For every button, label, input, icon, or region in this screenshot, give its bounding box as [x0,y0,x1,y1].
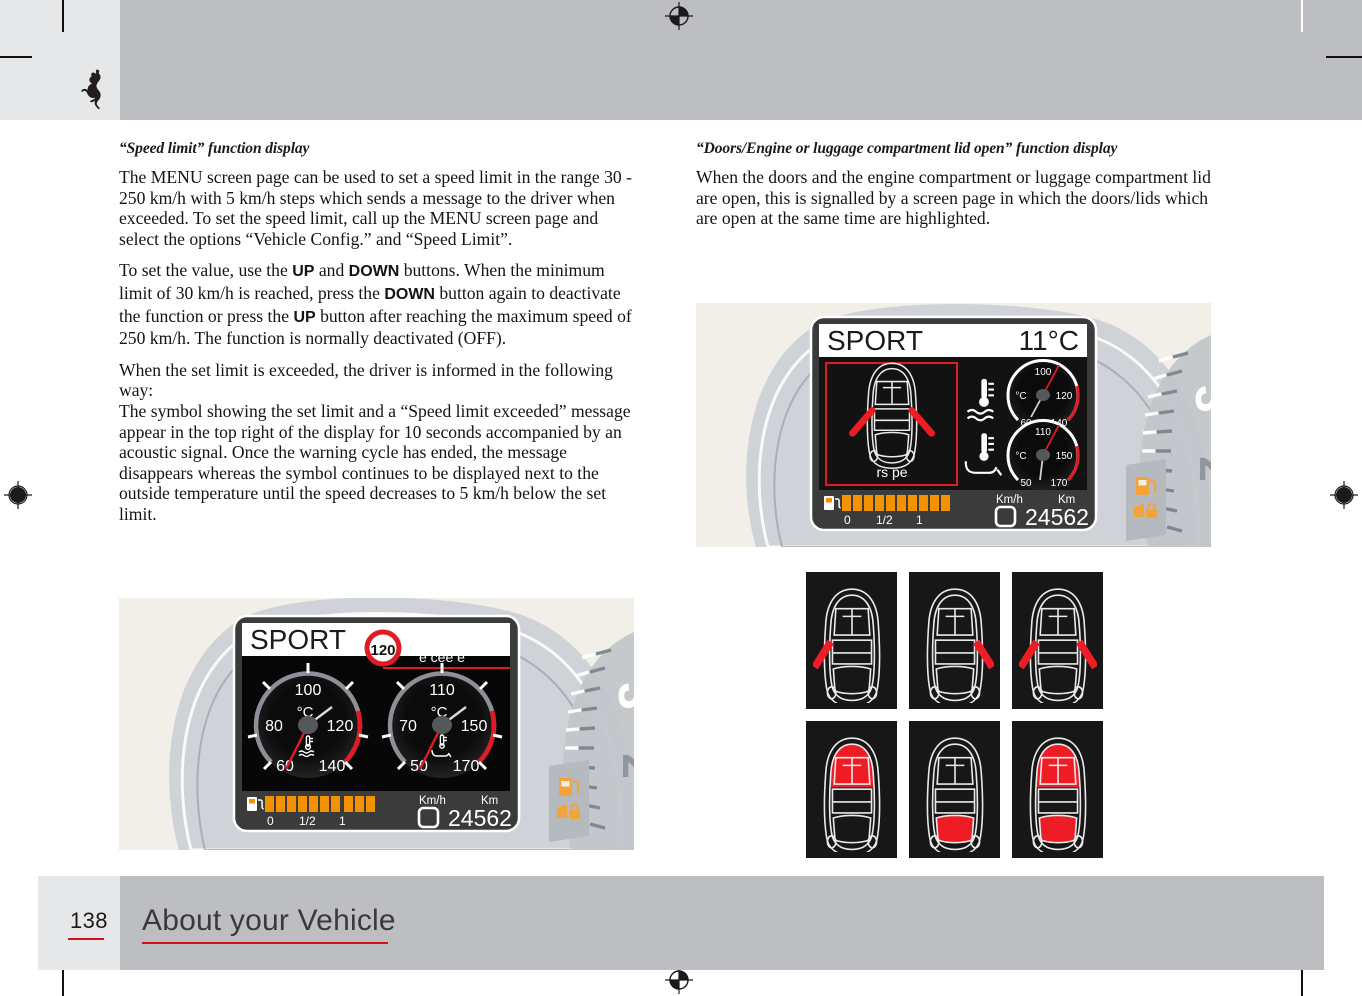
car-open-states-grid [806,572,1103,858]
car-state-boot-open [909,721,1000,858]
fuel-bars [265,796,375,812]
crop-mark-top-left-vertical [62,0,64,32]
car-state-left-door-open [806,572,897,709]
up-button-label: UP [292,263,315,281]
crop-mark-top-right-vertical [1301,0,1303,32]
down-button-label-2: DOWN [384,285,435,303]
crop-mark-bottom-left-vertical [62,966,64,996]
speed-limit-badge: 120 [364,629,402,667]
paragraph-speed-limit-3: When the set limit is exceeded, the driv… [119,359,631,524]
right-text-column: “Doors/Engine or luggage compartment lid… [696,140,1214,240]
up-button-label-2: UP [293,308,316,326]
fuel-tick-1: 1 [916,513,923,527]
telltale-pod [1126,459,1166,541]
header-band-dark [120,0,1362,120]
svg-text:120: 120 [1056,391,1073,402]
svg-text:°C: °C [1015,451,1026,462]
door-left-open-indicator [1018,639,1040,669]
mode-label-sport: SPORT [827,325,923,356]
tick-150: 150 [461,718,488,735]
door-right-open-indicator [1075,639,1097,669]
fuel-tick-0: 0 [844,513,851,527]
figure-speed-limit-display: 3 2 SPORT [119,598,634,850]
speed-unit-label: Km/h [996,494,1023,506]
fuel-tick-0: 0 [267,814,274,828]
outside-temperature: 11°C [1019,325,1079,356]
telltale-pod [549,760,589,842]
warning-message-line1: pee t [423,633,454,649]
svg-text:°C: °C [1015,391,1026,402]
svg-text:50: 50 [1020,478,1032,489]
registration-mark-top [665,2,693,30]
svg-text:150: 150 [1056,451,1073,462]
fuel-tick-1: 1 [339,814,346,828]
chapter-title-underline [142,942,388,944]
odometer-value: 24562 [1025,504,1089,530]
car-state-right-door-open [909,572,1000,709]
registration-mark-bottom [665,966,693,994]
paragraph-doors-open-1: When the doors and the engine compartmen… [696,167,1211,229]
crop-mark-left-horizontal [0,56,32,58]
mode-label-sport: SPORT [250,624,346,655]
chapter-title: About your Vehicle [142,904,396,937]
down-button-label: DOWN [348,263,400,281]
left-text-column: “Speed limit” function display The MENU … [119,140,637,536]
page-number-underline [68,938,104,940]
tick-140: 140 [319,758,346,775]
paragraph-speed-limit-2: To set the value, use the UP and DOWN bu… [119,260,632,349]
section-heading-doors-open: “Doors/Engine or luggage compartment lid… [696,140,1118,157]
tacho-number-3: 3 [608,682,634,710]
boot-highlight [935,814,974,843]
figure-doors-open-display: 3 2 SPORT 11°C [696,303,1211,547]
car-state-bonnet-open [806,721,897,858]
ferrari-prancing-horse-logo [78,68,108,110]
page-number: 138 [70,908,108,933]
registration-mark-left [4,481,32,509]
tick-80: 80 [265,718,283,735]
paragraph-speed-limit-1: The MENU screen page can be used to set … [119,167,632,249]
tacho-number-2: 2 [613,753,634,779]
svg-text:100: 100 [1035,367,1052,378]
speed-unit-label: Km/h [419,795,446,807]
registration-mark-right [1330,481,1358,509]
tacho-number-2: 2 [1190,456,1211,482]
tick-110: 110 [429,682,455,699]
tacho-number-3: 3 [1185,385,1211,413]
crop-mark-right-horizontal [1326,56,1362,58]
svg-text:170: 170 [1051,478,1068,489]
boot-highlight [1038,814,1077,843]
fuel-tick-half: 1/2 [876,513,893,527]
svg-text:120: 120 [370,642,395,659]
car-state-bonnet-boot-open [1012,721,1103,858]
door-right-open-indicator [972,639,994,669]
car-panel-caption: rs pe [876,464,907,480]
tick-170: 170 [453,758,480,775]
svg-text:110: 110 [1035,427,1051,438]
crop-mark-bottom-right-vertical [1301,966,1303,996]
tick-70: 70 [399,718,417,735]
odometer-value: 24562 [448,805,512,831]
gauge-oil-temperature-small: 50 110 150 170 °C [1006,419,1080,491]
manual-page: “Speed limit” function display The MENU … [0,0,1362,996]
tick-100: 100 [295,682,322,699]
fuel-tick-half: 1/2 [299,814,316,828]
car-state-both-doors-open [1012,572,1103,709]
door-left-open-indicator [812,639,834,669]
warning-message-line2: e cee e [419,649,465,665]
section-heading-speed-limit: “Speed limit” function display [119,140,310,157]
tick-120: 120 [327,718,354,735]
